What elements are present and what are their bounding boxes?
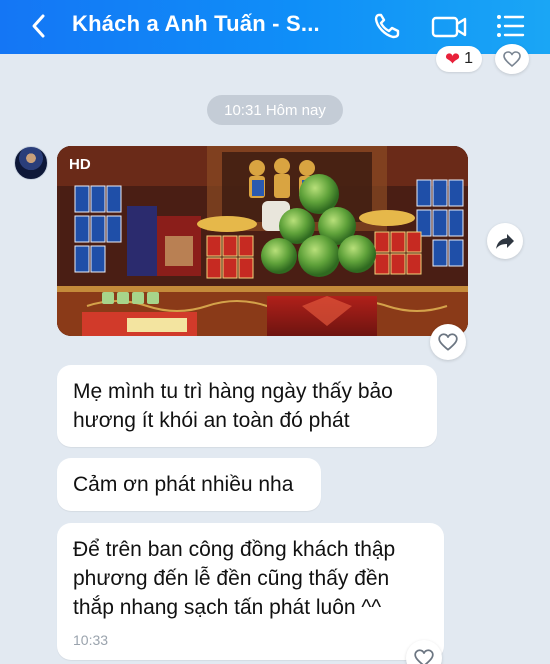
heart-outline-icon: [438, 333, 458, 351]
menu-list-icon[interactable]: [493, 10, 527, 42]
message-line: thắp nhang sạch tấn phát luôn ^^: [73, 596, 382, 619]
date-separator: 10:31 Hôm nay: [207, 95, 343, 125]
message-line: phương đến lễ đền cũng thấy đền: [73, 567, 390, 590]
message-line: Mẹ mình tu trì hàng ngày thấy bảo: [73, 380, 393, 403]
react-button[interactable]: [495, 44, 529, 74]
photo-react-button[interactable]: [430, 324, 466, 360]
message-bubble[interactable]: Cảm ơn phát nhiều nha: [57, 458, 321, 511]
back-chevron-icon[interactable]: [26, 11, 52, 41]
chat-title[interactable]: Khách a Anh Tuấn - S...: [72, 11, 320, 37]
heart-reaction-icon: ❤: [445, 48, 461, 69]
message-line: Để trên ban công đồng khách thập: [73, 538, 396, 561]
message-line: hương ít khói an toàn đó phát: [73, 409, 350, 432]
reaction-count: 1: [464, 50, 473, 67]
heart-outline-icon: [503, 51, 521, 67]
photo-message[interactable]: HD: [57, 146, 468, 336]
video-call-icon[interactable]: [429, 10, 469, 42]
message-line: Cảm ơn phát nhiều nha: [73, 473, 294, 496]
hd-badge: HD: [69, 156, 91, 173]
share-arrow-icon: [496, 234, 514, 249]
share-button[interactable]: [487, 223, 523, 259]
message-time: 10:33: [73, 632, 109, 648]
message-bubble[interactable]: Mẹ mình tu trì hàng ngày thấy bảo hương …: [57, 365, 437, 447]
avatar[interactable]: [14, 146, 48, 180]
phone-icon[interactable]: [371, 10, 405, 42]
previous-message-reaction[interactable]: ❤ 1: [436, 46, 482, 72]
altar-photo: [57, 146, 468, 336]
message-bubble[interactable]: Để trên ban công đồng khách thập phương …: [57, 523, 444, 660]
heart-outline-icon: [414, 649, 434, 664]
